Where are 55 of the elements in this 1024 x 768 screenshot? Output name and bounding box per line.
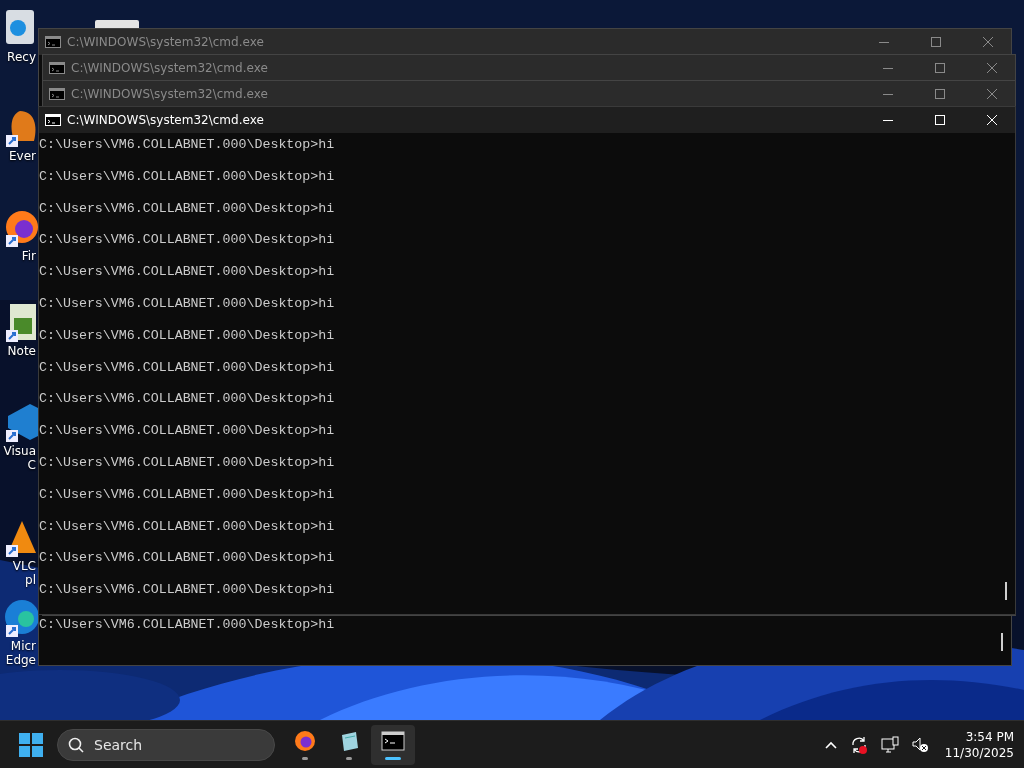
- start-button[interactable]: [19, 732, 43, 757]
- window-title: C:\WINDOWS\system32\cmd.exe: [67, 113, 265, 127]
- window-title: C:\WINDOWS\system32\cmd.exe: [67, 35, 265, 49]
- scrollbar-thumb[interactable]: [1005, 582, 1007, 600]
- scrollbar-thumb[interactable]: [1001, 633, 1003, 651]
- console-line: C:\Users\VM6.COLLABNET.000\Desktop>hi: [39, 617, 335, 634]
- icon-label: Fir: [21, 249, 36, 263]
- icon-label: pl: [25, 573, 36, 587]
- terminal-taskbar-button[interactable]: [371, 724, 415, 765]
- chevron-up-icon[interactable]: [824, 740, 837, 749]
- console-line: C:\Users\VM6.COLLABNET.000\Desktop>hi: [39, 423, 335, 441]
- console-line: C:\Users\VM6.COLLABNET.000\Desktop>hi: [39, 359, 335, 377]
- console-icon: [49, 62, 65, 74]
- icon-label: Note: [7, 344, 36, 358]
- fox-globe-icon: [293, 729, 317, 753]
- windows-logo-icon: [19, 732, 43, 757]
- icon-label: VLC: [12, 559, 36, 573]
- console-line: C:\Users\VM6.COLLABNET.000\Desktop>hi: [39, 454, 335, 472]
- icon-label: Micr: [10, 639, 36, 653]
- icon-label: C: [27, 458, 36, 472]
- console-line: C:\Users\VM6.COLLABNET.000\Desktop>hi: [39, 168, 335, 186]
- close-icon: [987, 63, 997, 73]
- clock[interactable]: 3:54 PM 11/30/2025: [944, 728, 1014, 761]
- search-field[interactable]: Search: [57, 728, 275, 761]
- console-line: C:\Users\VM6.COLLABNET.000\Desktop>hi: [39, 200, 335, 218]
- maximize-icon: [935, 115, 945, 125]
- maximize-icon: [935, 89, 945, 99]
- console-line: C:\Users\VM6.COLLABNET.000\Desktop>hi: [39, 296, 335, 313]
- console-icon: [45, 114, 61, 126]
- close-icon: [987, 89, 997, 99]
- console-line: C:\Users\VM6.COLLABNET.000\Desktop>hi: [39, 137, 335, 154]
- console-line: C:\Users\VM6.COLLABNET.000\Desktop>hi: [39, 518, 335, 536]
- maximize-icon: [935, 63, 945, 73]
- console-line: C:\Users\VM6.COLLABNET.000\Desktop>hi: [39, 391, 335, 409]
- icon-label: Recy: [7, 50, 36, 64]
- icon-label: Visua: [3, 444, 36, 458]
- console-icon: [49, 88, 65, 100]
- monitor-icon[interactable]: [880, 735, 899, 754]
- search-icon: [68, 736, 84, 753]
- window-title: C:\WINDOWS\system32\cmd.exe: [71, 61, 269, 75]
- console-line: C:\Users\VM6.COLLABNET.000\Desktop>hi: [39, 327, 335, 345]
- console-line: C:\Users\VM6.COLLABNET.000\Desktop>hi: [39, 264, 335, 282]
- maximize-icon: [931, 37, 941, 47]
- icon-label: Edge: [5, 653, 36, 667]
- console-line: C:\Users\VM6.COLLABNET.000\Desktop>hi: [39, 232, 335, 250]
- muted-speaker-icon[interactable]: [910, 735, 929, 754]
- window-title: C:\WINDOWS\system32\cmd.exe: [71, 87, 269, 101]
- console-line: C:\Users\VM6.COLLABNET.000\Desktop>hi: [39, 486, 335, 504]
- close-icon: [987, 115, 997, 125]
- icon-label: Ever: [9, 149, 36, 163]
- terminal-icon: [381, 729, 405, 753]
- console-icon: [45, 36, 61, 48]
- console-line: C:\Users\VM6.COLLABNET.000\Desktop>hi: [39, 550, 335, 568]
- console-line: C:\Users\VM6.COLLABNET.000\Desktop>hi: [39, 582, 335, 600]
- close-icon: [983, 37, 993, 47]
